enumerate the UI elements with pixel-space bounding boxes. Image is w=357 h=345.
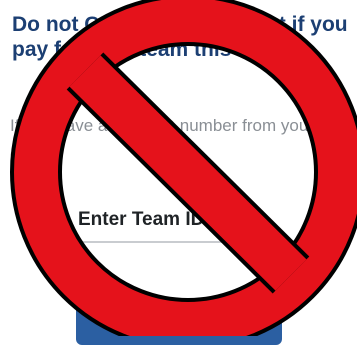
prohibition-slash — [66, 52, 310, 294]
prohibition-sign-icon — [10, 0, 357, 336]
